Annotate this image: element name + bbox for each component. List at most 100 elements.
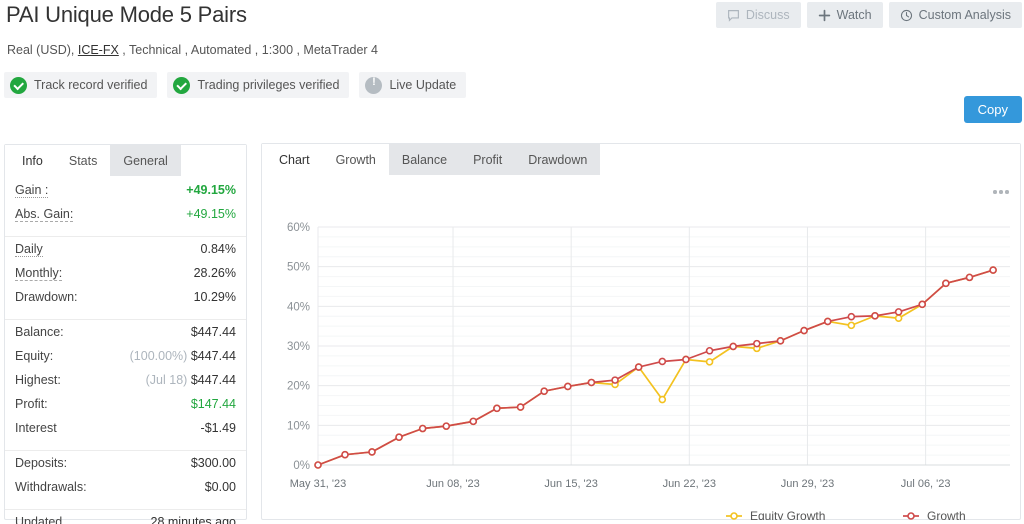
stat-value: 28 minutes ago xyxy=(150,515,236,524)
stat-row-balance: Balance: $447.44 xyxy=(5,325,246,349)
stat-label: Withdrawals: xyxy=(15,480,87,494)
stat-row-deposits: Deposits: $300.00 xyxy=(5,456,246,480)
stat-row-interest: Interest -$1.49 xyxy=(5,421,246,445)
clock-icon xyxy=(900,9,913,22)
equity-amount: $447.44 xyxy=(190,349,236,363)
stat-row-abs-gain: Abs. Gain: +49.15% xyxy=(5,207,246,231)
comment-icon xyxy=(727,9,740,22)
stat-value: -$1.49 xyxy=(200,421,236,435)
stats-list: Gain : +49.15% Abs. Gain: +49.15% Daily … xyxy=(5,176,246,524)
chart-panel: Chart Growth Balance Profit Drawdown 0% 1… xyxy=(261,143,1021,520)
verification-badges: Track record verified Trading privileges… xyxy=(4,72,467,98)
account-meta: Real (USD), ICE-FX , Technical , Automat… xyxy=(7,43,378,57)
watch-button[interactable]: Watch xyxy=(806,2,883,28)
divider xyxy=(5,319,246,320)
stat-label: Drawdown: xyxy=(15,290,78,304)
badge-live-update-label: Live Update xyxy=(389,78,457,92)
stat-label: Profit: xyxy=(15,397,48,411)
svg-text:60%: 60% xyxy=(287,222,310,234)
equity-percent: (100.00%) xyxy=(129,349,188,363)
stat-row-highest: Highest: (Jul 18) $447.44 xyxy=(5,373,246,397)
account-meta-pre: Real (USD), xyxy=(7,43,78,57)
stat-value: (Jul 18) $447.44 xyxy=(146,373,236,387)
ellipsis-icon[interactable] xyxy=(990,183,1012,201)
stat-value: +49.15% xyxy=(186,183,236,197)
svg-text:Jul 06, '23: Jul 06, '23 xyxy=(901,478,951,490)
badge-track-record-label: Track record verified xyxy=(34,78,148,92)
custom-analysis-button[interactable]: Custom Analysis xyxy=(888,2,1022,28)
stat-label: Abs. Gain: xyxy=(15,207,74,223)
stat-label: Gain : xyxy=(15,183,49,199)
stat-value: $300.00 xyxy=(190,456,236,470)
check-circle-icon xyxy=(10,76,27,94)
check-circle-icon xyxy=(173,76,191,94)
stat-value: 28.26% xyxy=(193,266,236,280)
badge-trading-privileges: Trading privileges verified xyxy=(167,72,350,98)
stat-row-equity: Equity: (100.00%) $447.44 xyxy=(5,349,246,373)
growth-chart: 0% 10% 20% 30% 40% 50% 60% May 31, '23 Jun 08, '… xyxy=(262,175,1020,520)
svg-text:10%: 10% xyxy=(287,420,310,432)
svg-text:May 31, '23: May 31, '23 xyxy=(290,478,347,490)
page-title: PAI Unique Mode 5 Pairs xyxy=(6,2,247,27)
stats-panel: Info Stats General Gain : +49.15% Abs. G… xyxy=(4,144,247,524)
plus-icon xyxy=(818,9,831,22)
svg-text:Jun 15, '23: Jun 15, '23 xyxy=(544,478,597,490)
svg-text:Jun 08, '23: Jun 08, '23 xyxy=(426,478,479,490)
stat-row-drawdown: Drawdown: 10.29% xyxy=(5,290,246,314)
stat-label: Monthly: xyxy=(15,266,63,282)
svg-text:Equity Growth: Equity Growth xyxy=(750,509,825,520)
header-actions: Discuss Watch Custom Analysis xyxy=(715,2,1022,28)
chart-heading: Chart xyxy=(279,152,310,167)
stat-value: $0.00 xyxy=(204,480,236,494)
tab-drawdown[interactable]: Drawdown xyxy=(515,144,601,175)
discuss-button[interactable]: Discuss xyxy=(715,2,801,28)
stat-row-withdrawals: Withdrawals: $0.00 xyxy=(5,480,246,504)
watch-label: Watch xyxy=(836,8,872,22)
stat-row-gain: Gain : +49.15% xyxy=(5,183,246,207)
stat-row-profit: Profit: $147.44 xyxy=(5,397,246,421)
svg-text:Jun 22, '23: Jun 22, '23 xyxy=(663,478,716,490)
divider xyxy=(5,236,246,237)
tab-info[interactable]: Info xyxy=(9,145,56,176)
account-meta-post: , Technical , Automated , 1:300 , MetaTr… xyxy=(118,43,379,57)
stat-label: Deposits: xyxy=(15,456,68,470)
chart-canvas: 0% 10% 20% 30% 40% 50% 60% May 31, '23 Jun 08, '… xyxy=(287,222,1010,520)
copy-button[interactable]: Copy xyxy=(963,96,1022,123)
tab-balance[interactable]: Balance xyxy=(388,144,461,175)
badge-live-update: Live Update xyxy=(359,72,467,98)
svg-text:50%: 50% xyxy=(287,262,310,274)
stat-value: $447.44 xyxy=(190,325,236,339)
stat-value: $147.44 xyxy=(190,397,236,411)
stat-row-monthly: Monthly: 28.26% xyxy=(5,266,246,290)
divider xyxy=(5,450,246,451)
stat-row-daily: Daily 0.84% xyxy=(5,242,246,266)
tab-stats[interactable]: Stats xyxy=(55,145,111,176)
svg-text:Growth: Growth xyxy=(927,509,966,520)
chart-tabs: Chart Growth Balance Profit Drawdown xyxy=(262,144,1020,175)
svg-text:30%: 30% xyxy=(287,341,310,353)
stat-value: 10.29% xyxy=(193,290,236,304)
tab-general[interactable]: General xyxy=(110,145,181,176)
svg-text:0%: 0% xyxy=(293,460,310,472)
broker-link[interactable]: ICE-FX xyxy=(78,43,119,57)
stat-value: (100.00%) $447.44 xyxy=(130,349,236,363)
badge-track-record: Track record verified xyxy=(4,72,158,98)
svg-text:Jun 29, '23: Jun 29, '23 xyxy=(781,478,834,490)
custom-analysis-label: Custom Analysis xyxy=(918,8,1011,22)
stat-label: Highest: xyxy=(15,373,61,387)
stat-label: Daily xyxy=(15,242,43,258)
stats-tabs: Info Stats General xyxy=(5,145,246,176)
badge-trading-privileges-label: Trading privileges verified xyxy=(197,78,340,92)
stat-value: 0.84% xyxy=(200,242,236,256)
stat-label: Equity: xyxy=(15,349,54,363)
stat-label: Updated xyxy=(15,515,63,524)
exclamation-circle-icon xyxy=(365,76,383,94)
tab-profit[interactable]: Profit xyxy=(460,144,516,175)
svg-text:20%: 20% xyxy=(287,381,310,393)
highest-date: (Jul 18) xyxy=(145,373,188,387)
stat-value: +49.15% xyxy=(186,207,236,221)
discuss-label: Discuss xyxy=(745,8,790,22)
tab-growth[interactable]: Growth xyxy=(322,144,389,175)
highest-amount: $447.44 xyxy=(190,373,236,387)
stat-label: Interest xyxy=(15,421,57,435)
